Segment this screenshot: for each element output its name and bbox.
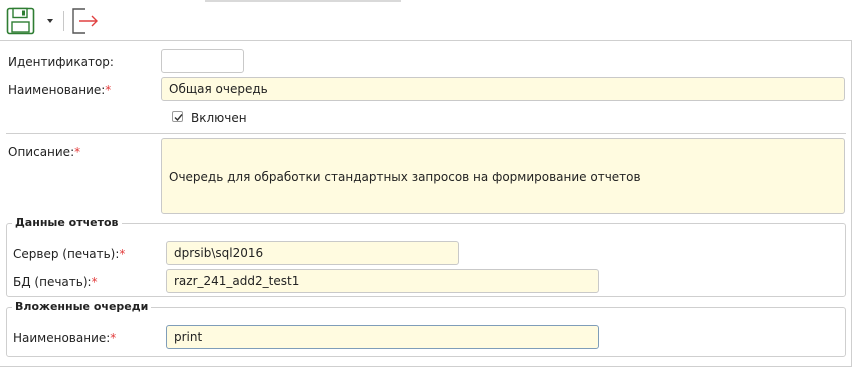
- identifier-input[interactable]: [161, 49, 244, 73]
- exit-arrow-icon[interactable]: [70, 7, 100, 35]
- nested-name-label: Наименование:*: [13, 331, 117, 345]
- server-label: Сервер (печать):*: [13, 247, 126, 261]
- tab-strip: [205, 0, 401, 2]
- checkmark-icon: [174, 114, 183, 122]
- db-input[interactable]: razr_241_add2_test1: [166, 269, 599, 293]
- description-text: Очередь для обработки стандартных запрос…: [169, 170, 641, 184]
- toolbar: [0, 0, 852, 41]
- description-textarea[interactable]: Очередь для обработки стандартных запрос…: [161, 138, 845, 214]
- enabled-checkbox[interactable]: [172, 111, 183, 122]
- name-input[interactable]: Общая очередь: [161, 77, 845, 101]
- dropdown-caret-icon[interactable]: [47, 19, 53, 23]
- description-label: Описание:*: [8, 145, 81, 159]
- floppy-disk-icon[interactable]: [6, 7, 36, 35]
- enabled-label: Включен: [191, 111, 247, 125]
- db-label: БД (печать):*: [13, 275, 98, 289]
- section-divider: [6, 133, 846, 134]
- report-data-title: Данные отчетов: [12, 216, 122, 229]
- server-input[interactable]: dprsib\sql2016: [166, 241, 459, 265]
- nested-name-input[interactable]: print: [166, 325, 599, 349]
- name-label: Наименование:*: [8, 83, 112, 97]
- identifier-label: Идентификатор:: [8, 55, 114, 69]
- toolbar-separator: [63, 11, 64, 31]
- nested-queues-title: Вложенные очереди: [12, 300, 152, 313]
